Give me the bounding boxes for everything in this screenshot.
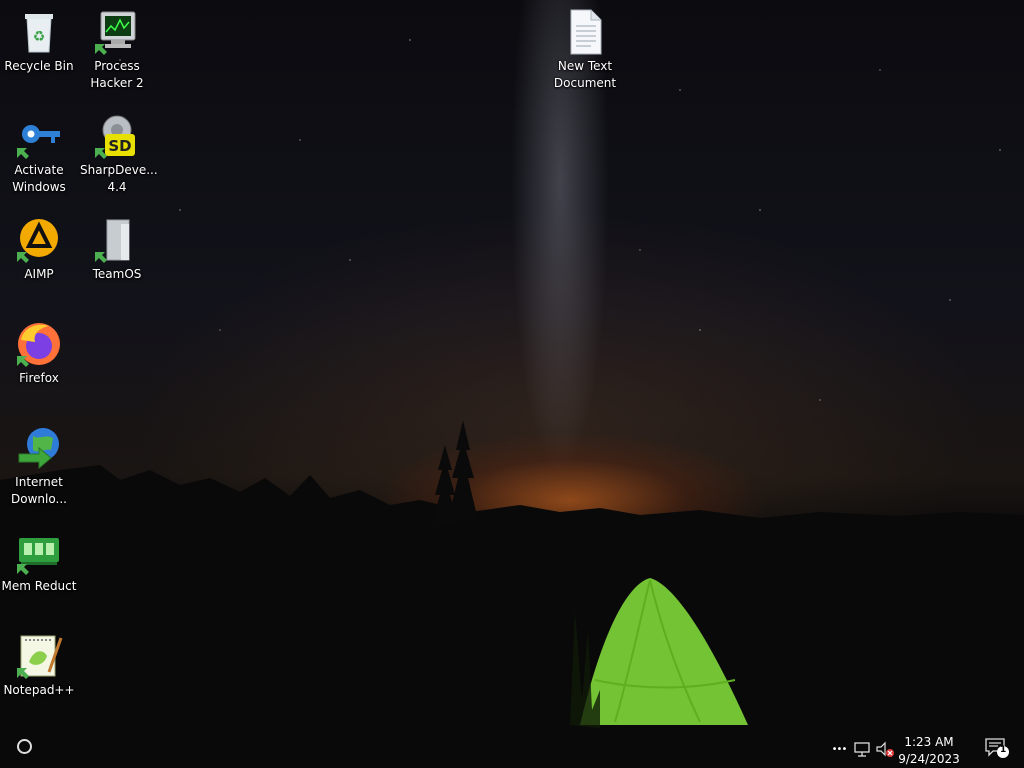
notification-icon <box>985 738 1009 758</box>
desktop-icon-label: AIMP <box>24 267 54 281</box>
notification-count-badge: 1 <box>1000 745 1007 755</box>
desktop-icon-label: Mem Reduct <box>1 579 77 593</box>
svg-text:♻: ♻ <box>33 29 46 45</box>
tray-overflow-icon[interactable]: ••• <box>828 744 850 755</box>
mem-reduct-icon <box>17 538 59 575</box>
desktop-icon-label: TeamOS <box>92 267 142 281</box>
clock-time: 1:23 AM <box>904 735 954 749</box>
start-button[interactable] <box>17 739 32 754</box>
aimp-icon <box>17 219 58 263</box>
system-tray: ••• <box>828 730 896 768</box>
desktop-icon-label: SharpDeve... 4.4 <box>80 163 158 194</box>
desktop-icon-process-hacker[interactable]: Process Hacker 2 <box>78 8 156 92</box>
desktop-icon-label: Process Hacker 2 <box>90 59 144 90</box>
desktop-icon-mem-reduct[interactable]: Mem Reduct <box>0 528 78 595</box>
desktop-icon-label: New Text Document <box>553 59 617 90</box>
svg-text:SD: SD <box>108 137 131 155</box>
desktop-icon-label: Internet Downlo... <box>11 475 67 506</box>
desktop-icon-firefox[interactable]: Firefox <box>0 320 78 387</box>
desktop-icon-aimp[interactable]: AIMP <box>0 216 78 283</box>
key-icon <box>17 125 60 159</box>
volume-muted-icon[interactable] <box>874 739 896 759</box>
sharpdevelop-icon: SD <box>95 115 135 159</box>
desktop-icon-label: Recycle Bin <box>4 59 74 73</box>
desktop-icon-teamos[interactable]: TeamOS <box>78 216 156 283</box>
recycle-bin-icon: ♻ <box>25 14 53 53</box>
network-icon[interactable] <box>852 739 874 759</box>
desktop-icon-new-text-document[interactable]: New Text Document <box>546 8 624 92</box>
desktop-icon-recycle-bin[interactable]: ♻ Recycle Bin <box>0 8 78 75</box>
clock-date: 9/24/2023 <box>898 752 960 766</box>
desktop-icon-label: Firefox <box>19 371 59 385</box>
desktop-icon-label: Activate Windows <box>12 163 66 194</box>
desktop-icon-sharpdevelop[interactable]: SD SharpDeve... 4.4 <box>78 112 158 196</box>
desktop-icon-label: Notepad++ <box>3 683 75 697</box>
desktop[interactable]: ♻ Recycle Bin Activate Windows AIMP Fire… <box>0 0 1024 768</box>
process-hacker-icon <box>95 11 136 55</box>
taskbar: ••• 1:23 AM 9/24/2023 1 <box>0 730 1024 768</box>
firefox-icon <box>17 323 60 367</box>
desktop-icon-internet-download[interactable]: Internet Downlo... <box>0 424 78 508</box>
action-center-button[interactable]: 1 <box>984 736 1010 760</box>
desktop-icon-notepadpp[interactable]: Notepad++ <box>0 632 78 699</box>
mountain-silhouette <box>0 465 1024 768</box>
teamos-icon <box>95 219 130 263</box>
tree-silhouette <box>432 445 458 522</box>
notepadpp-icon <box>17 635 63 679</box>
text-document-icon <box>570 9 602 55</box>
taskbar-clock[interactable]: 1:23 AM 9/24/2023 <box>894 734 964 768</box>
internet-download-icon <box>18 428 59 470</box>
desktop-icon-activate-windows[interactable]: Activate Windows <box>0 112 78 196</box>
